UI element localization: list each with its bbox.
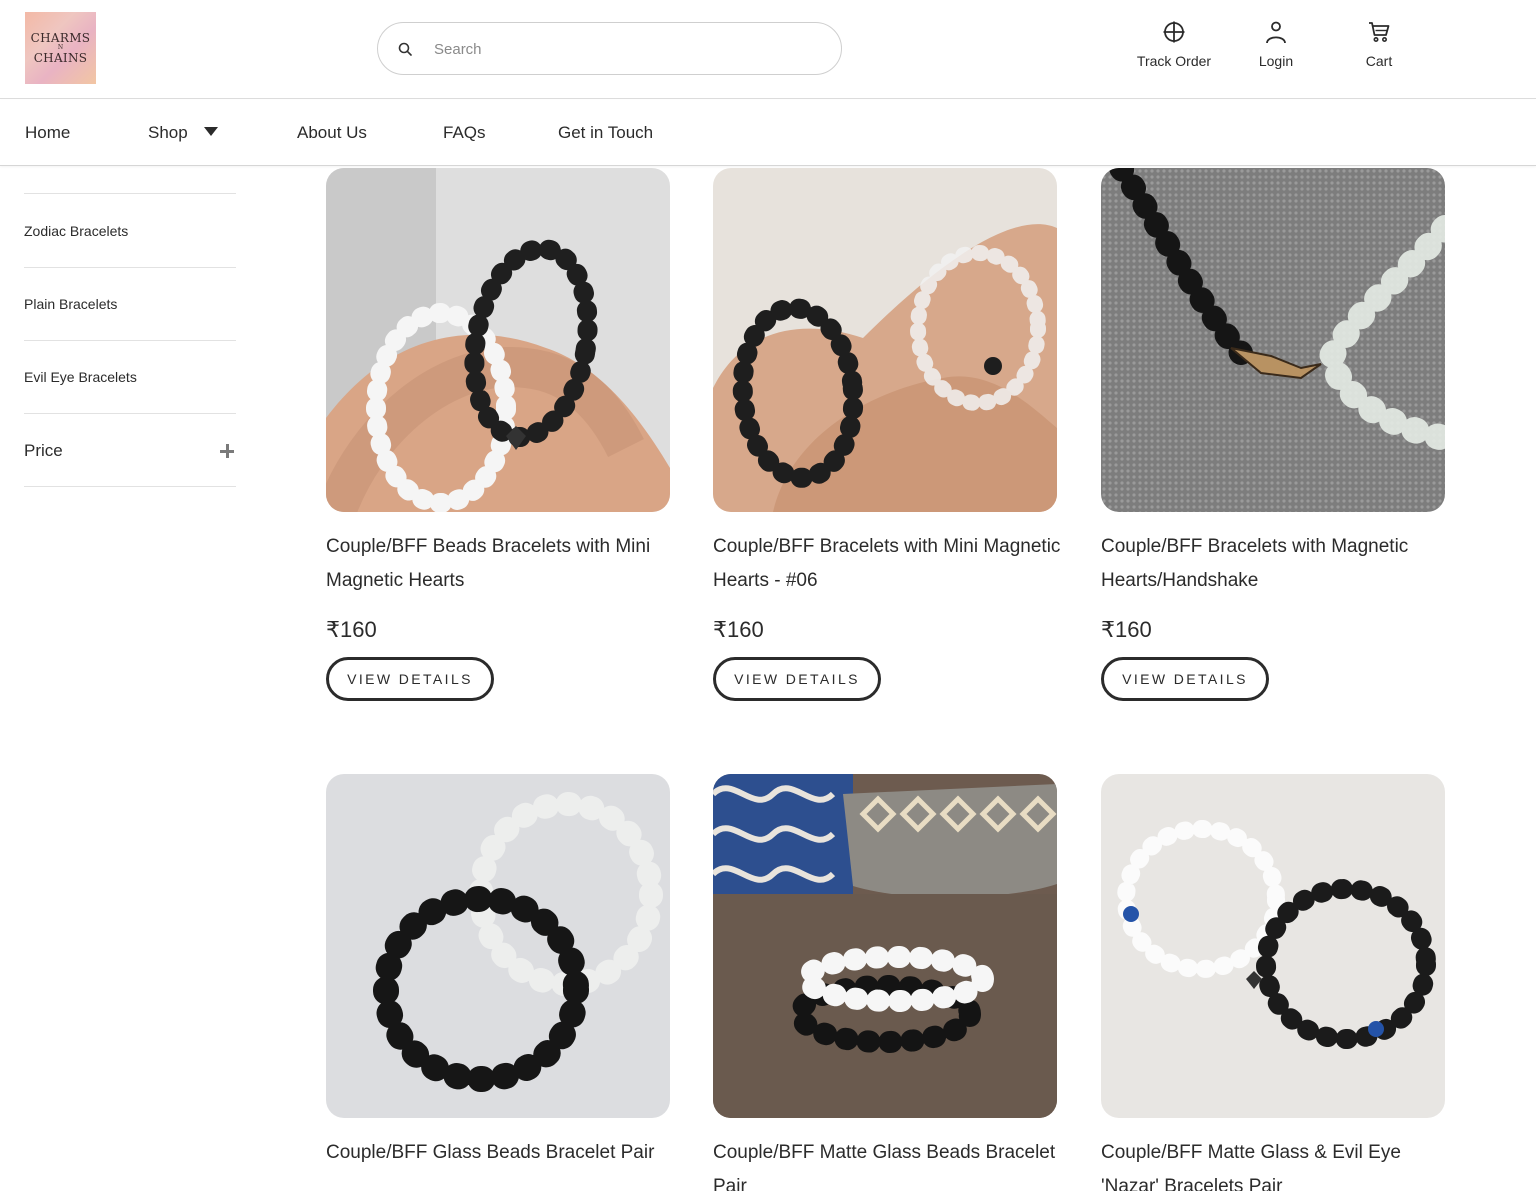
nav-faqs[interactable]: FAQs	[443, 123, 486, 143]
nav-home[interactable]: Home	[25, 123, 70, 143]
caret-down-icon	[203, 127, 218, 136]
product-image[interactable]	[326, 168, 670, 512]
divider	[24, 413, 236, 414]
divider	[24, 193, 236, 194]
divider	[24, 267, 236, 268]
price-filter-label: Price	[24, 441, 63, 460]
cart-button[interactable]: Cart	[1352, 20, 1406, 69]
nav-shop-label: Shop	[148, 123, 188, 142]
product-grid: Couple/BFF Beads Bracelets with Mini Mag…	[0, 0, 1536, 1191]
filter-evil-eye-bracelets[interactable]: Evil Eye Bracelets	[24, 369, 137, 385]
cart-label: Cart	[1365, 53, 1393, 69]
main-nav: Home Shop About Us FAQs Get in Touch	[0, 100, 1536, 166]
product-title[interactable]: Couple/BFF Matte Glass Beads Bracelet Pa…	[713, 1136, 1063, 1191]
product-image[interactable]	[1101, 774, 1445, 1118]
track-order-label: Track Order	[1136, 53, 1212, 69]
search-icon	[398, 42, 412, 56]
logo-text-line3: CHAINS	[33, 51, 88, 65]
search-bar[interactable]	[377, 22, 842, 75]
product-price: ₹160	[713, 617, 764, 642]
view-details-button[interactable]: VIEW DETAILS	[713, 657, 881, 701]
product-image[interactable]	[713, 774, 1057, 1118]
cart-icon	[1369, 22, 1390, 42]
search-input[interactable]	[434, 37, 814, 61]
nav-about-us[interactable]: About Us	[297, 123, 367, 143]
filter-zodiac-bracelets[interactable]: Zodiac Bracelets	[24, 223, 128, 239]
divider	[24, 486, 236, 487]
site-header: CHARMS N CHAINS Track Order Login	[0, 0, 1536, 99]
filter-plain-bracelets[interactable]: Plain Bracelets	[24, 296, 117, 312]
view-details-button[interactable]: VIEW DETAILS	[326, 657, 494, 701]
logo-text-line1: CHARMS	[30, 31, 91, 45]
login-label: Login	[1258, 53, 1294, 69]
product-image[interactable]	[1101, 168, 1445, 512]
product-title[interactable]: Couple/BFF Glass Beads Bracelet Pair	[326, 1136, 676, 1170]
product-price: ₹160	[326, 617, 377, 642]
product-image[interactable]	[326, 774, 670, 1118]
nav-shop[interactable]: Shop	[148, 123, 218, 143]
plus-icon[interactable]	[220, 444, 234, 458]
user-icon	[1266, 21, 1286, 44]
price-filter-toggle[interactable]: Price	[24, 441, 236, 461]
track-order-button[interactable]: Track Order	[1130, 20, 1218, 69]
product-price: ₹160	[1101, 617, 1152, 642]
product-title[interactable]: Couple/BFF Beads Bracelets with Mini Mag…	[326, 530, 676, 598]
product-image[interactable]	[713, 168, 1057, 512]
crosshair-icon	[1163, 21, 1185, 43]
view-details-button[interactable]: VIEW DETAILS	[1101, 657, 1269, 701]
product-title[interactable]: Couple/BFF Bracelets with Mini Magnetic …	[713, 530, 1063, 598]
product-title[interactable]: Couple/BFF Bracelets with Magnetic Heart…	[1101, 530, 1451, 598]
divider	[24, 340, 236, 341]
brand-logo[interactable]: CHARMS N CHAINS	[25, 12, 96, 84]
login-button[interactable]: Login	[1248, 20, 1304, 69]
product-title[interactable]: Couple/BFF Matte Glass & Evil Eye 'Nazar…	[1101, 1136, 1451, 1191]
nav-get-in-touch[interactable]: Get in Touch	[558, 123, 653, 143]
